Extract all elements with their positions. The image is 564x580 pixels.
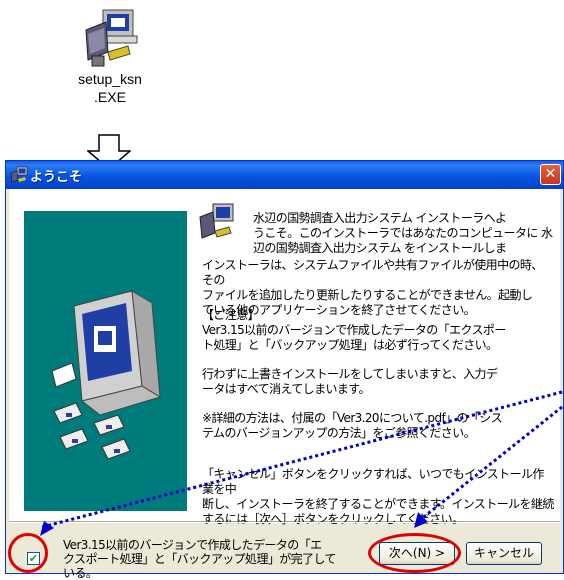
icon-filename-line1: setup_ksn xyxy=(78,71,142,87)
cancel-info-text: 「キャンセル」ボタンをクリックすれば、いつでもインストール作業を中 断し、インス… xyxy=(202,467,554,526)
caution-text: 【ご注意】 Ver3.15以前のバージョンで作成したデータの「エクスポー ト処理… xyxy=(202,308,554,353)
computer-illustration-icon xyxy=(51,290,162,460)
installer-package-icon xyxy=(78,8,142,70)
cancel-button[interactable]: キャンセル xyxy=(466,542,542,565)
dialog-content-panel: 水辺の国勢調査入出力システム インストーラへよ うこそ。このインストーラではあな… xyxy=(9,189,560,526)
setup-ksn-desktop-icon[interactable]: setup_ksn .EXE xyxy=(55,8,165,106)
details-note-text: ※詳細の方法は、付属の「Ver3.20について.pdf」の「シス テムのバージョ… xyxy=(202,411,503,440)
divider xyxy=(9,522,560,523)
overwrite-warning-text: 行わずに上書きインストールをしてしまいますと、入力デ ータはすべて消えてしまいま… xyxy=(202,367,498,396)
installer-title-icon xyxy=(10,166,28,183)
caution-heading: 【ご注意】 xyxy=(202,308,260,322)
installer-small-icon xyxy=(199,203,234,239)
dialog-title: ようこそ xyxy=(30,170,83,185)
icon-filename-line2: .EXE xyxy=(94,89,126,105)
checkbox-highlight-circle xyxy=(8,533,48,573)
dialog-titlebar[interactable]: ようこそ ✕ xyxy=(6,161,563,189)
installer-dialog: ようこそ ✕ 水辺の国勢調査入出力システム インストーラへよ うこそ。このインス… xyxy=(5,160,564,580)
installer-side-panel xyxy=(24,211,187,511)
close-button[interactable]: ✕ xyxy=(540,164,561,185)
next-button-highlight-circle xyxy=(368,533,461,573)
intro-text: 水辺の国勢調査入出力システム インストーラへよ うこそ。このインストーラではあな… xyxy=(253,211,553,255)
